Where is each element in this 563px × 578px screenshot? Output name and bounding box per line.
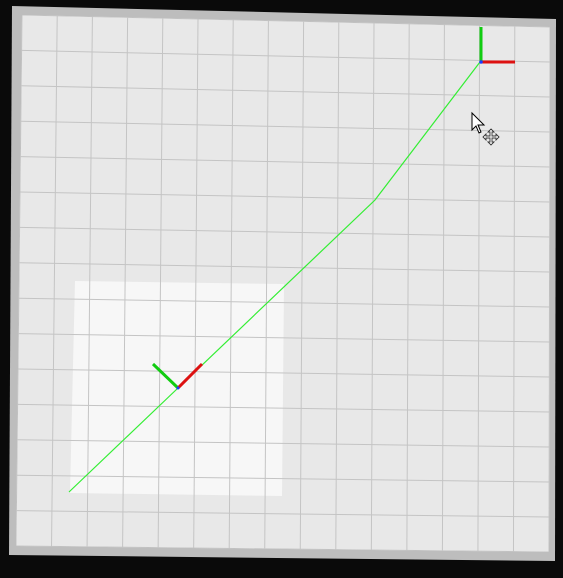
map-canvas[interactable] bbox=[0, 0, 563, 578]
goal-z-axis bbox=[479, 60, 483, 64]
map-viewport[interactable] bbox=[0, 0, 563, 578]
start-z-axis bbox=[176, 386, 180, 390]
